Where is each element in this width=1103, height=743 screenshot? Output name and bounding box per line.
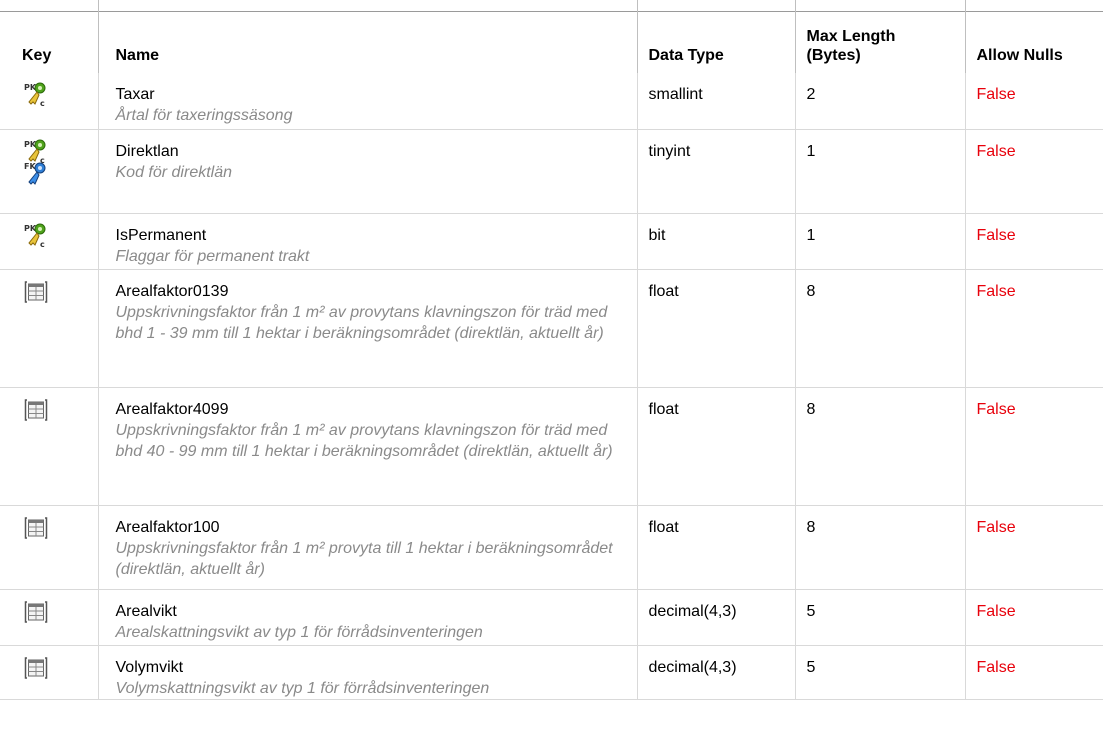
- data-type-cell: tinyint: [636, 129, 795, 213]
- table-row[interactable]: Arealvikt Arealskattningsvikt av typ 1 fö…: [0, 589, 1103, 645]
- column-description: Kod för direktlän: [115, 163, 233, 181]
- pk-c-icon: PK c: [24, 82, 52, 108]
- column-name[interactable]: Volymvikt: [116, 657, 623, 678]
- table-row[interactable]: Arealfaktor4099 Uppskrivningsfaktor från …: [0, 387, 1103, 505]
- max-length-cell: 2: [794, 73, 965, 129]
- key-cell: [0, 589, 98, 645]
- column-icon: [24, 280, 48, 304]
- key-cell: PK c FK: [0, 129, 98, 213]
- allow-nulls-cell: False: [964, 213, 1103, 269]
- header-name[interactable]: Name: [97, 0, 637, 73]
- svg-text:c: c: [40, 99, 45, 108]
- data-type-cell: decimal(4,3): [636, 645, 795, 699]
- column-description: Flaggar för permanent trakt: [115, 247, 310, 265]
- table-row[interactable]: Arealfaktor0139 Uppskrivningsfaktor från …: [0, 269, 1103, 387]
- table-row[interactable]: PK c Taxar Årtal för taxeringssäsong small…: [0, 73, 1103, 129]
- column-name[interactable]: Arealvikt: [116, 601, 623, 622]
- key-cell: PK c: [0, 213, 98, 269]
- column-description: Uppskrivningsfaktor från 1 m² provyta ti…: [115, 539, 613, 578]
- column-name[interactable]: Arealfaktor4099: [116, 399, 623, 420]
- column-name[interactable]: IsPermanent: [116, 225, 623, 246]
- column-description: Årtal för taxeringssäsong: [115, 107, 293, 124]
- column-name[interactable]: Taxar: [116, 84, 623, 105]
- max-length-cell: 5: [794, 645, 965, 699]
- columns-table: Key Name Data Type Max Length (Bytes) All…: [0, 0, 1103, 700]
- data-type-cell: decimal(4,3): [636, 589, 795, 645]
- data-type-cell: float: [636, 387, 795, 505]
- allow-nulls-cell: False: [964, 387, 1103, 505]
- column-description: Arealskattningsvikt av typ 1 för förråds…: [115, 623, 483, 641]
- header-key[interactable]: Key: [0, 0, 98, 73]
- key-cell: PK c: [0, 73, 98, 129]
- data-type-cell: float: [636, 269, 795, 387]
- max-length-cell: 1: [794, 129, 965, 213]
- data-type-cell: bit: [636, 213, 795, 269]
- column-icon: [24, 656, 48, 680]
- name-cell: Arealfaktor0139 Uppskrivningsfaktor från …: [97, 269, 637, 387]
- key-cell: [0, 505, 98, 589]
- allow-nulls-cell: False: [964, 589, 1103, 645]
- column-description: Volymskattningsvikt av typ 1 för förråds…: [115, 679, 490, 697]
- table-row[interactable]: PK c IsPermanent Flaggar för permanent tr…: [0, 213, 1103, 269]
- header-allow-nulls[interactable]: Allow Nulls: [964, 0, 1103, 73]
- max-length-cell: 8: [794, 387, 965, 505]
- max-length-cell: 1: [794, 213, 965, 269]
- allow-nulls-cell: False: [964, 129, 1103, 213]
- max-length-cell: 5: [794, 589, 965, 645]
- table-row[interactable]: Volymvikt Volymskattningsvikt av typ 1 fö…: [0, 645, 1103, 699]
- key-cell: [0, 645, 98, 699]
- table-row[interactable]: Arealfaktor100 Uppskrivningsfaktor från 1…: [0, 505, 1103, 589]
- key-cell: [0, 387, 98, 505]
- fk-icon: FK: [24, 161, 52, 187]
- name-cell: IsPermanent Flaggar för permanent trakt: [97, 213, 637, 269]
- max-length-cell: 8: [794, 269, 965, 387]
- pk-c-icon: PK c: [24, 223, 52, 249]
- column-name[interactable]: Arealfaktor100: [116, 517, 623, 538]
- allow-nulls-cell: False: [964, 645, 1103, 699]
- column-description: Uppskrivningsfaktor från 1 m² av provyta…: [115, 303, 608, 342]
- header-row: Key Name Data Type Max Length (Bytes) All…: [0, 0, 1103, 73]
- column-icon: [24, 516, 48, 540]
- key-cell: [0, 269, 98, 387]
- name-cell: Arealvikt Arealskattningsvikt av typ 1 fö…: [97, 589, 637, 645]
- column-name[interactable]: Arealfaktor0139: [116, 281, 623, 302]
- header-data-type[interactable]: Data Type: [636, 0, 795, 73]
- data-type-cell: float: [636, 505, 795, 589]
- column-description: Uppskrivningsfaktor från 1 m² av provyta…: [115, 421, 613, 460]
- table-row[interactable]: PK c FK Direktlan Kod för direktlän tinyin…: [0, 129, 1103, 213]
- svg-text:c: c: [40, 240, 45, 249]
- name-cell: Arealfaktor100 Uppskrivningsfaktor från 1…: [97, 505, 637, 589]
- svg-text:FK: FK: [24, 162, 36, 171]
- name-cell: Taxar Årtal för taxeringssäsong: [97, 73, 637, 129]
- column-icon: [24, 398, 48, 422]
- data-type-cell: smallint: [636, 73, 795, 129]
- name-cell: Arealfaktor4099 Uppskrivningsfaktor från …: [97, 387, 637, 505]
- column-name[interactable]: Direktlan: [116, 141, 623, 162]
- column-icon: [24, 600, 48, 624]
- allow-nulls-cell: False: [964, 269, 1103, 387]
- header-max-length[interactable]: Max Length (Bytes): [794, 0, 965, 73]
- allow-nulls-cell: False: [964, 505, 1103, 589]
- name-cell: Volymvikt Volymskattningsvikt av typ 1 fö…: [97, 645, 637, 699]
- name-cell: Direktlan Kod för direktlän: [97, 129, 637, 213]
- allow-nulls-cell: False: [964, 73, 1103, 129]
- max-length-cell: 8: [794, 505, 965, 589]
